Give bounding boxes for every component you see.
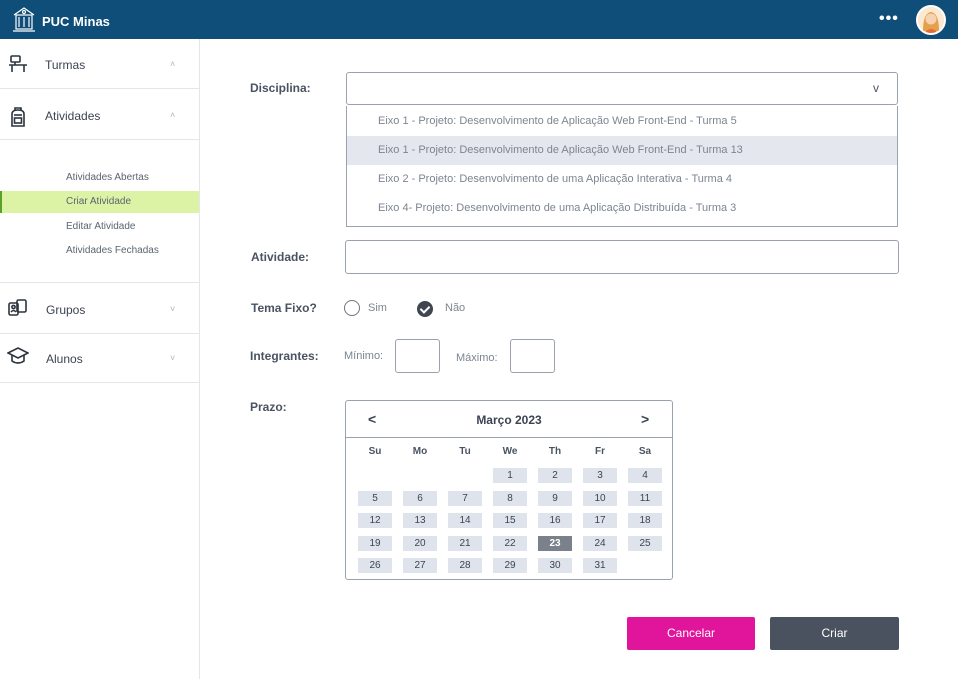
calendar-day[interactable]: 29 <box>493 558 527 574</box>
sidebar-item-atividades[interactable]: Atividades ˄ <box>0 90 199 140</box>
submenu-item-atividades-abertas[interactable]: Atividades Abertas <box>0 167 199 189</box>
backpack-icon <box>11 107 25 127</box>
minimo-label: Mínimo: <box>344 350 384 362</box>
disciplina-select[interactable]: v <box>346 72 898 105</box>
calendar-day[interactable]: 31 <box>583 558 617 574</box>
calendar-day[interactable]: 5 <box>358 490 392 506</box>
calendar-day[interactable]: 13 <box>403 513 437 529</box>
university-crest-icon[interactable] <box>8 3 40 35</box>
calendar-day[interactable]: 11 <box>628 490 662 506</box>
atividade-input[interactable] <box>345 240 899 274</box>
calendar-day[interactable]: 1 <box>493 468 527 483</box>
sidebar-item-label: Alunos <box>46 352 83 366</box>
date-picker: < Março 2023 > Su Mo Tu We Th Fr Sa 1234… <box>345 400 673 580</box>
calendar-day[interactable]: 12 <box>358 513 392 529</box>
calendar-day-selected[interactable]: 23 <box>538 535 572 551</box>
sidebar-item-label: Atividades <box>45 109 101 123</box>
calendar-day[interactable]: 18 <box>628 513 662 529</box>
calendar-month-title: Março 2023 <box>476 413 542 427</box>
sidebar-item-turmas[interactable]: Turmas ˄ <box>0 39 199 89</box>
chevron-down-icon[interactable]: v <box>873 81 879 95</box>
calendar-day[interactable]: 2 <box>538 468 572 483</box>
calendar-day[interactable]: 21 <box>448 535 482 551</box>
desk-icon <box>9 55 27 72</box>
atividades-submenu: Atividades Abertas Criar Atividade Edita… <box>0 143 199 283</box>
maximo-label: Máximo: <box>456 352 498 364</box>
calendar-day[interactable]: 26 <box>358 558 392 574</box>
calendar-day[interactable]: 27 <box>403 558 437 574</box>
calendar-day[interactable]: 8 <box>493 490 527 506</box>
calendar-day[interactable]: 22 <box>493 535 527 551</box>
calendar-day[interactable]: 19 <box>358 535 392 551</box>
chevron-down-icon: ˅ <box>170 304 176 314</box>
calendar-day[interactable]: 20 <box>403 535 437 551</box>
chevron-up-icon: ˄ <box>170 59 176 69</box>
top-bar: PUC Minas ••• <box>0 0 958 39</box>
sidebar-item-label: Turmas <box>45 58 86 72</box>
nao-label: Não <box>445 302 466 314</box>
calendar-day[interactable]: 14 <box>448 513 482 529</box>
next-month-button[interactable]: > <box>641 411 649 427</box>
integrantes-label: Integrantes: <box>250 349 319 363</box>
nao-radio[interactable] <box>417 301 433 317</box>
prazo-label: Prazo: <box>250 400 287 414</box>
weekday-label: Th <box>548 446 562 457</box>
sidebar-item-label: Grupos <box>46 303 86 317</box>
submenu-item-criar-atividade[interactable]: Criar Atividade <box>0 191 199 213</box>
calendar-day[interactable]: 15 <box>493 513 527 529</box>
disciplina-dropdown: Eixo 1 - Projeto: Desenvolvimento de Apl… <box>346 106 898 227</box>
create-button[interactable]: Criar <box>770 617 899 650</box>
sidebar-item-alunos[interactable]: Alunos ˅ <box>0 333 199 383</box>
calendar-day[interactable]: 16 <box>538 513 572 529</box>
calendar-day[interactable]: 7 <box>448 490 482 506</box>
sim-radio[interactable] <box>344 300 360 316</box>
tema-fixo-label: Tema Fixo? <box>251 301 317 315</box>
submenu-item-atividades-fechadas[interactable]: Atividades Fechadas <box>0 240 199 262</box>
calendar-day[interactable]: 10 <box>583 490 617 506</box>
weekday-label: Su <box>368 446 382 457</box>
more-options-icon[interactable]: ••• <box>879 10 899 28</box>
calendar-day[interactable]: 4 <box>628 468 662 483</box>
weekday-label: Sa <box>638 446 652 457</box>
calendar-day[interactable]: 17 <box>583 513 617 529</box>
dropdown-option[interactable]: Eixo 1 - Projeto: Desenvolvimento de Apl… <box>347 136 897 165</box>
sim-label: Sim <box>368 302 387 314</box>
calendar-day[interactable]: 28 <box>448 558 482 574</box>
calendar-day[interactable]: 3 <box>583 468 617 483</box>
chevron-up-icon: ˄ <box>170 110 176 120</box>
user-avatar-icon[interactable] <box>916 5 946 35</box>
maximo-input[interactable] <box>510 339 555 373</box>
calendar-day[interactable]: 6 <box>403 490 437 506</box>
calendar-day[interactable]: 25 <box>628 535 662 551</box>
calendar-header: < Março 2023 > <box>346 401 672 438</box>
calendar-day[interactable]: 30 <box>538 558 572 574</box>
group-icon <box>8 299 27 316</box>
weekday-label: Tu <box>459 446 471 457</box>
brand-name[interactable]: PUC Minas <box>42 14 110 29</box>
chevron-down-icon: ˅ <box>170 353 176 363</box>
minimo-input[interactable] <box>395 339 440 373</box>
weekday-label: Fr <box>595 446 605 457</box>
dropdown-option[interactable]: Eixo 1 - Projeto: Desenvolvimento de Apl… <box>347 107 897 136</box>
graduation-cap-icon <box>7 347 29 364</box>
sidebar: Turmas ˄ Atividades ˄ Atividades Abertas… <box>0 39 200 679</box>
calendar-day[interactable]: 24 <box>583 535 617 551</box>
submenu-item-editar-atividade[interactable]: Editar Atividade <box>0 216 199 238</box>
disciplina-label: Disciplina: <box>250 81 311 95</box>
cancel-button[interactable]: Cancelar <box>627 617 755 650</box>
sidebar-item-grupos[interactable]: Grupos ˅ <box>0 284 199 334</box>
atividade-label: Atividade: <box>251 250 310 264</box>
dropdown-option[interactable]: Eixo 4- Projeto: Desenvolvimento de uma … <box>347 194 897 223</box>
weekday-label: Mo <box>412 446 428 457</box>
weekday-label: We <box>502 446 518 457</box>
dropdown-option[interactable]: Eixo 2 - Projeto: Desenvolvimento de uma… <box>347 165 897 194</box>
calendar-day[interactable]: 9 <box>538 490 572 506</box>
